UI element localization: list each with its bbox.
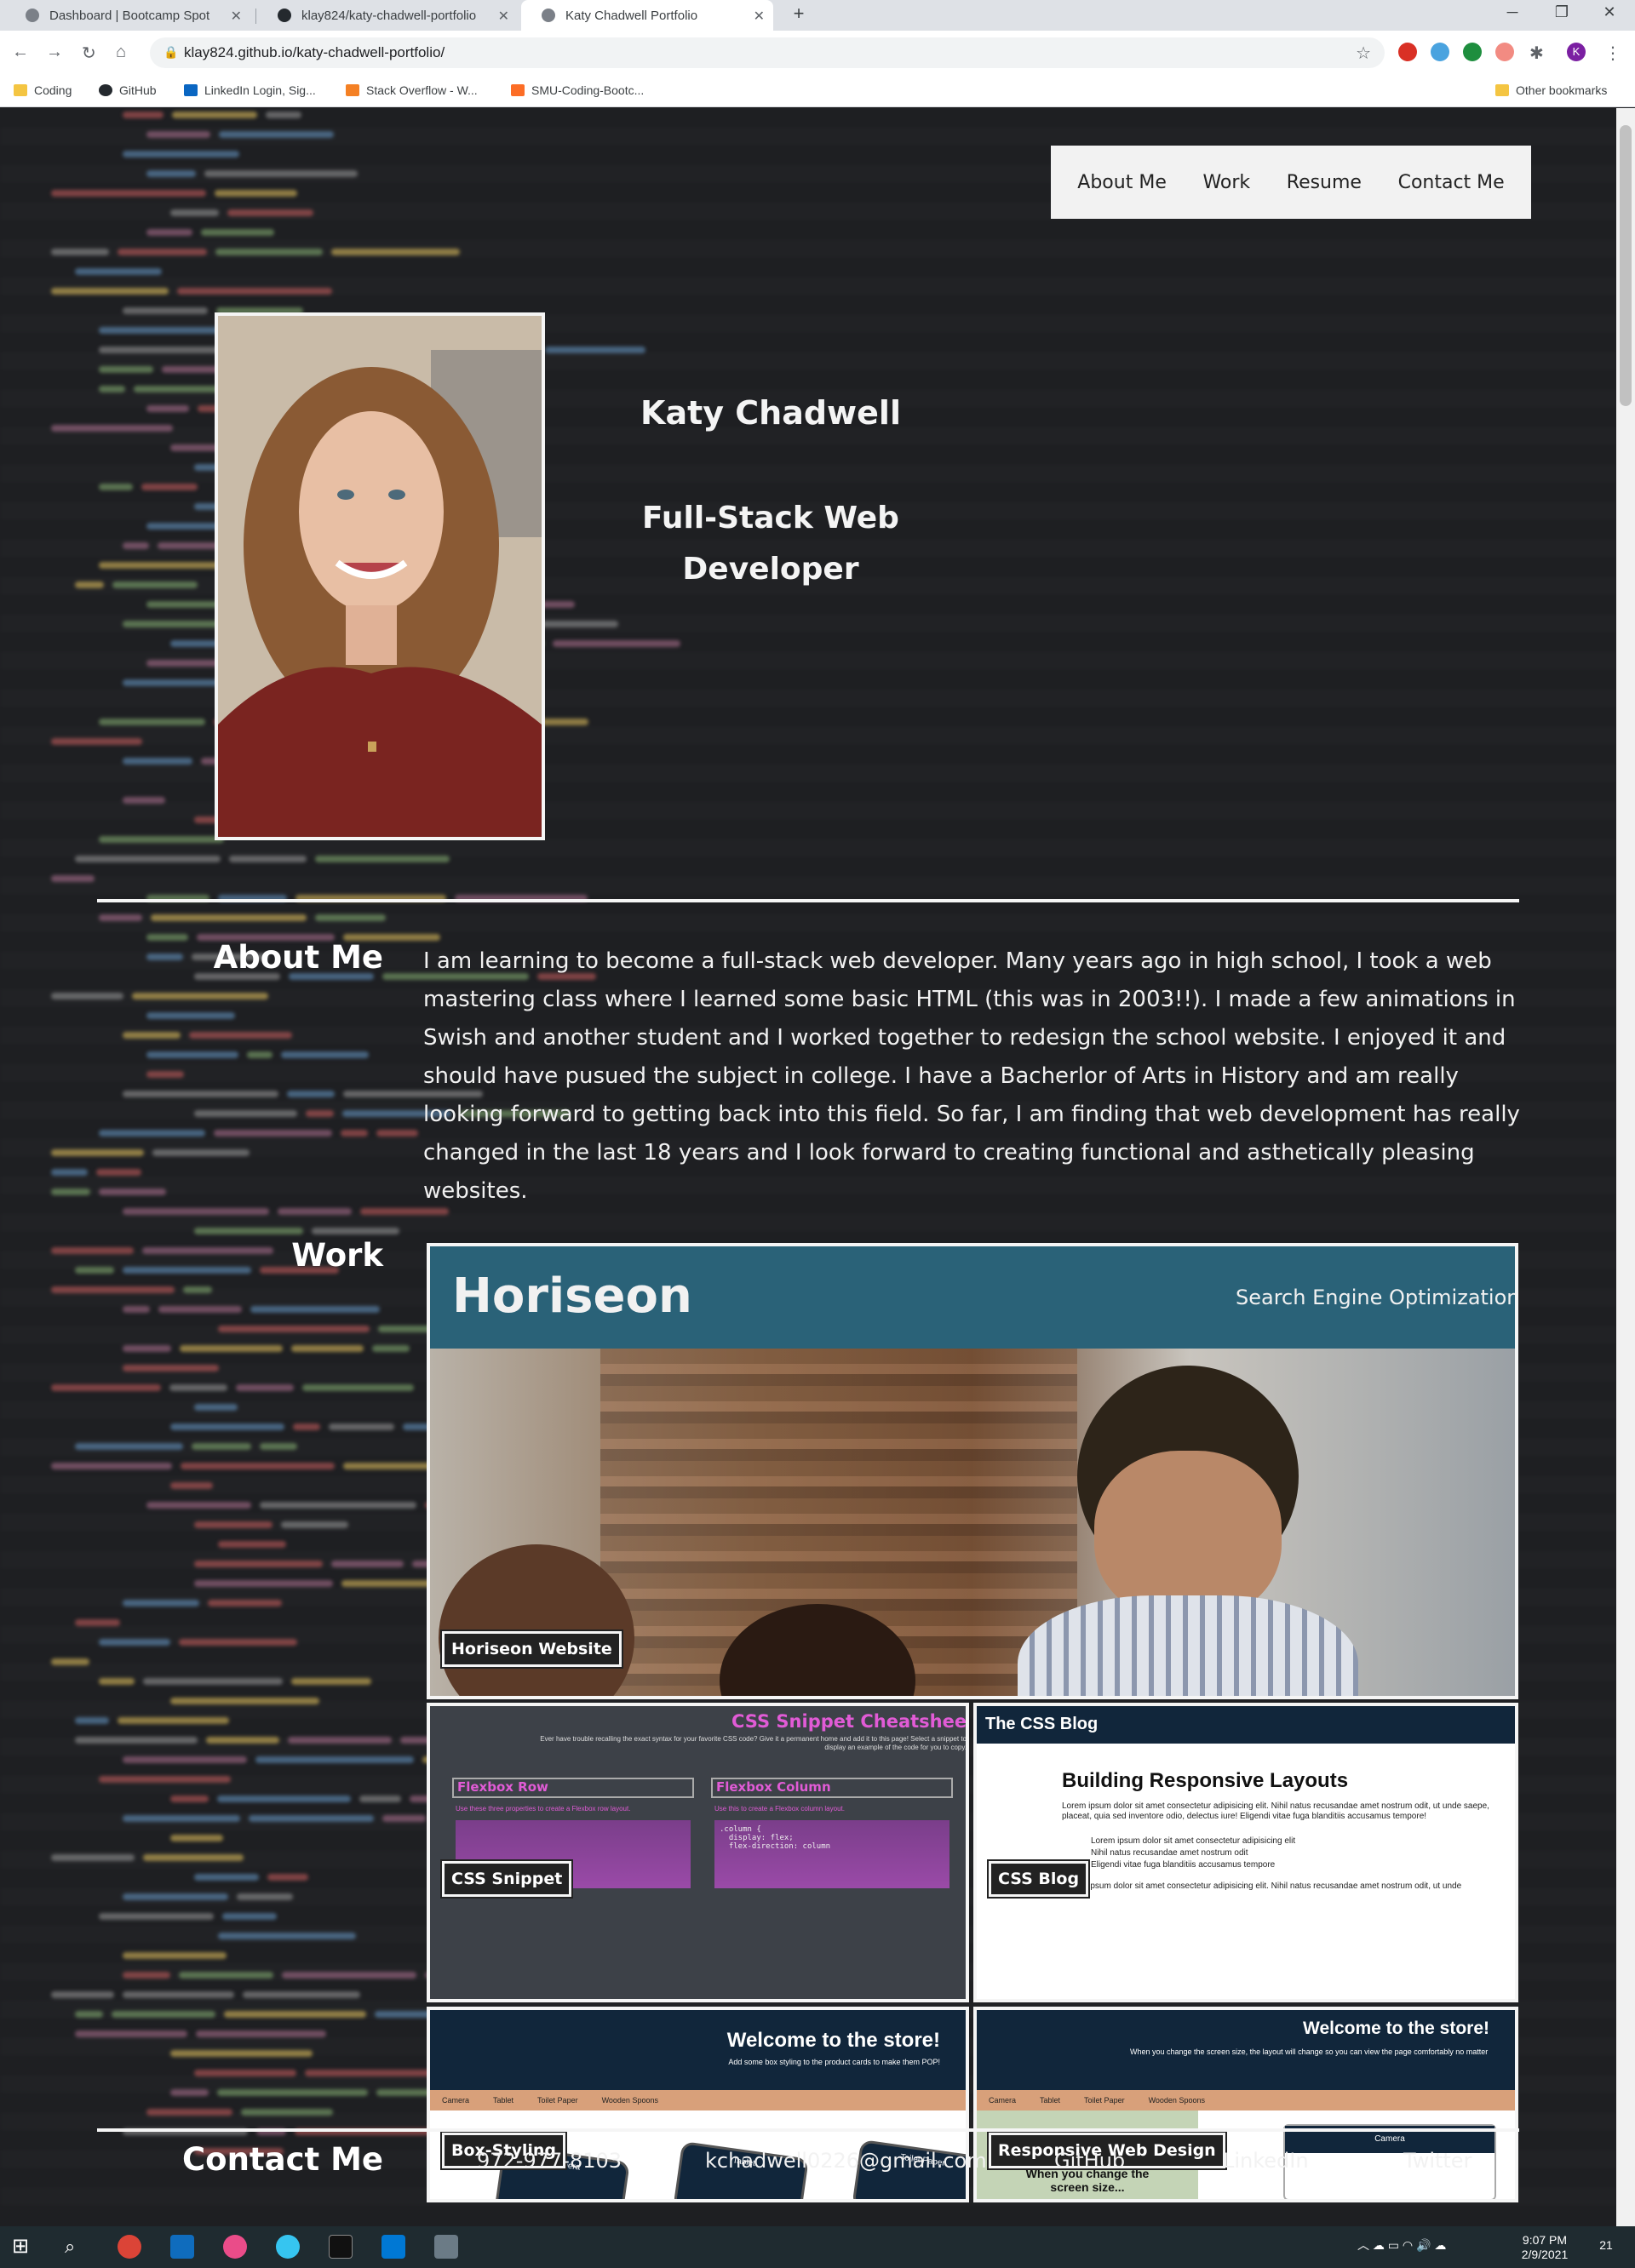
browser-tab-bar: Dashboard | Bootcamp Spot ✕ klay824/katy… (0, 0, 1635, 31)
main-nav: About Me Work Resume Contact Me (1051, 146, 1531, 219)
extension-icon[interactable] (1463, 43, 1482, 61)
itunes-icon[interactable] (223, 2235, 247, 2259)
gitlab-icon (511, 84, 525, 96)
work-label: Horiseon Website (442, 1631, 622, 1667)
tab-separator (255, 9, 256, 24)
page-scrollbar[interactable] (1616, 108, 1635, 2226)
cloud-extension-icon[interactable] (1431, 43, 1449, 61)
forward-icon[interactable]: → (46, 43, 63, 62)
contact-email[interactable]: kchadwell0226@gmail.com (705, 2149, 987, 2173)
work-label: CSS Blog (989, 1861, 1089, 1897)
address-toolbar: ← → ↻ ⌂ 🔒 klay824.github.io/katy-chadwel… (0, 31, 1635, 75)
close-tab-icon[interactable]: ✕ (498, 8, 509, 25)
nav-about-me[interactable]: About Me (1077, 172, 1167, 193)
scrollbar-thumb[interactable] (1620, 125, 1632, 406)
contact-links: 972-977-8103 kchadwell0226@gmail.com Git… (426, 2139, 1533, 2190)
store-nav: Camera Tablet Toilet Paper Wooden Spoons (977, 2090, 1515, 2110)
bookmark-stackoverflow[interactable]: Stack Overflow - W... (346, 83, 478, 97)
url-text: klay824.github.io/katy-chadwell-portfoli… (184, 44, 445, 60)
restore-icon[interactable]: ❐ (1545, 3, 1579, 21)
github-icon (278, 9, 291, 22)
close-tab-icon[interactable]: ✕ (754, 8, 765, 25)
bookmarks-bar: Coding GitHub LinkedIn Login, Sig... Sta… (0, 75, 1635, 107)
windows-start-icon[interactable]: ⊞ (12, 2235, 36, 2259)
bookmark-smu[interactable]: SMU-Coding-Bootc... (511, 83, 644, 97)
hero-role: Full-Stack Web Developer (642, 501, 899, 587)
work-heading: Work (291, 1237, 383, 1274)
reload-icon[interactable]: ↻ (82, 43, 96, 64)
contact-phone[interactable]: 972-977-8103 (477, 2149, 622, 2173)
store-nav: Camera Tablet Toilet Paper Wooden Spoons (430, 2090, 966, 2110)
bookmark-other[interactable]: Other bookmarks (1495, 83, 1607, 97)
bookmark-github[interactable]: GitHub (99, 83, 157, 97)
work-label: CSS Snippet (442, 1861, 572, 1897)
slack-icon[interactable] (276, 2235, 300, 2259)
new-tab-button[interactable]: + (782, 3, 816, 25)
nav-work[interactable]: Work (1202, 172, 1250, 193)
work-horiseon[interactable]: Horiseon Search Engine Optimization Hori… (427, 1243, 1518, 1699)
nav-contact-me[interactable]: Contact Me (1398, 172, 1505, 193)
nav-resume[interactable]: Resume (1287, 172, 1362, 193)
tray-icons[interactable]: ︿ ☁ ▭ ◠ 🔊 ☁ (1357, 2238, 1446, 2253)
close-window-icon[interactable]: ✕ (1592, 3, 1626, 21)
puzzle-icon[interactable]: ✱ (1529, 43, 1544, 64)
contact-github[interactable]: GitHub (1054, 2149, 1125, 2173)
snipping-tool-icon[interactable] (434, 2235, 458, 2259)
chrome-icon[interactable] (118, 2235, 141, 2259)
tab-github-repo[interactable]: klay824/katy-chadwell-portfolio ✕ (257, 0, 518, 31)
extension-icon[interactable] (1495, 43, 1514, 61)
clock[interactable]: 9:07 PM 2/9/2021 (1511, 2233, 1579, 2262)
section-divider (97, 899, 1519, 902)
github-icon (99, 84, 112, 96)
url-bar[interactable]: 🔒 klay824.github.io/katy-chadwell-portfo… (150, 37, 1385, 68)
tab-portfolio[interactable]: Katy Chadwell Portfolio ✕ (521, 0, 773, 31)
outlook-icon[interactable] (170, 2235, 194, 2259)
contact-heading: Contact Me (182, 2141, 383, 2178)
profile-photo (215, 312, 545, 840)
portfolio-page: About Me Work Resume Contact Me Katy Cha… (0, 108, 1616, 2226)
search-icon[interactable]: ⌕ (65, 2235, 89, 2259)
windows-taskbar: ⊞ ⌕ ︿ ☁ ▭ ◠ 🔊 ☁ 9:07 PM 2/9/2021 21 (0, 2226, 1635, 2268)
bookmark-coding[interactable]: Coding (14, 83, 72, 97)
contact-linkedin[interactable]: LinkedIn (1223, 2149, 1309, 2173)
about-heading: About Me (213, 939, 383, 976)
work-css-snippet[interactable]: CSS Snippet Cheatsheet Ever have trouble… (427, 1703, 969, 2002)
back-icon[interactable]: ← (12, 43, 29, 62)
close-tab-icon[interactable]: ✕ (231, 8, 242, 25)
horiseon-header: Horiseon Search Engine Optimization (430, 1246, 1515, 1349)
star-icon[interactable]: ☆ (1356, 43, 1371, 64)
lock-icon: 🔒 (164, 45, 179, 59)
minimize-icon[interactable]: ─ (1495, 3, 1529, 21)
hero-name: Katy Chadwell (640, 394, 901, 432)
folder-icon (14, 84, 27, 96)
menu-icon[interactable]: ⋮ (1604, 43, 1621, 64)
globe-icon (542, 9, 555, 22)
section-divider (97, 2128, 1519, 2132)
adblock-icon[interactable] (1398, 43, 1417, 61)
vscode-icon[interactable] (382, 2235, 405, 2259)
globe-icon (26, 9, 39, 22)
work-css-blog[interactable]: The CSS Blog Building Responsive Layouts… (973, 1703, 1518, 2002)
contact-twitter[interactable]: Twitter (1403, 2149, 1472, 2173)
about-text: I am learning to become a full-stack web… (423, 948, 1520, 1204)
folder-icon (1495, 84, 1509, 96)
bookmark-linkedin[interactable]: LinkedIn Login, Sig... (184, 83, 316, 97)
linkedin-icon (184, 84, 198, 96)
home-icon[interactable]: ⌂ (116, 43, 126, 62)
stackoverflow-icon (346, 84, 359, 96)
notification-icon[interactable]: 21 (1591, 2238, 1621, 2253)
terminal-icon[interactable] (329, 2235, 353, 2259)
tab-bootcamp-spot[interactable]: Dashboard | Bootcamp Spot ✕ (5, 0, 250, 31)
profile-avatar[interactable]: K (1567, 43, 1586, 61)
